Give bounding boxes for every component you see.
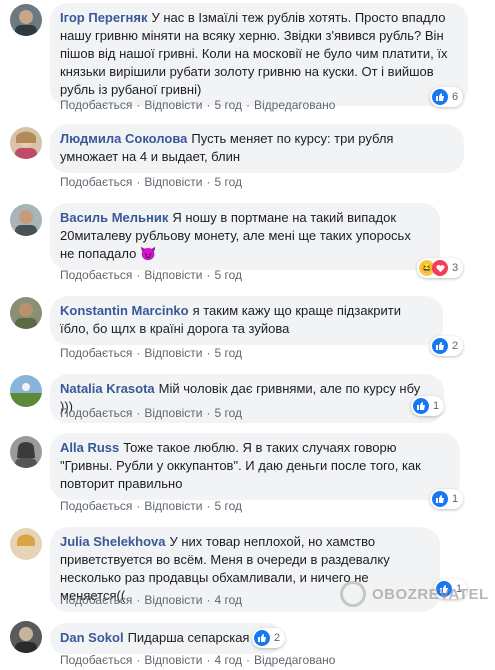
like-icon — [432, 89, 448, 105]
avatar[interactable] — [10, 127, 42, 159]
reply-link[interactable]: Відповісти — [144, 98, 202, 112]
like-icon — [254, 630, 270, 646]
comment-bubble: Alla Russ Тоже такое люблю. Я в таких слу… — [50, 433, 460, 500]
comment-bubble: Dan Sokol Пидарша сепарская — [50, 623, 282, 654]
avatar[interactable] — [10, 297, 42, 329]
reaction-count: 2 — [452, 340, 459, 352]
like-link[interactable]: Подобається — [60, 346, 132, 360]
comment-time[interactable]: 5 год — [214, 346, 242, 360]
comment-actions: Подобається · Відповісти · 5 год — [60, 406, 242, 420]
watermark-text: OBOZREVATEL — [372, 585, 489, 603]
edited-label[interactable]: Відредаговано — [254, 98, 335, 112]
like-link[interactable]: Подобається — [60, 499, 132, 513]
reply-link[interactable]: Відповісти — [144, 653, 202, 667]
heart-icon — [432, 260, 448, 276]
comment-time[interactable]: 5 год — [214, 268, 242, 282]
comment-actions: Подобається · Відповісти · 4 год · Відредагова… — [60, 653, 336, 667]
obozrevatel-logo-icon — [340, 581, 366, 607]
like-link[interactable]: Подобається — [60, 175, 132, 189]
comment-author[interactable]: Konstantin Marcinko — [60, 303, 189, 318]
comment-text: Пидарша сепарская — [127, 630, 250, 645]
reply-link[interactable]: Відповісти — [144, 175, 202, 189]
like-icon — [432, 491, 448, 507]
avatar[interactable] — [10, 375, 42, 407]
comment-time[interactable]: 5 год — [214, 98, 242, 112]
comment-time[interactable]: 4 год — [214, 593, 242, 607]
avatar[interactable] — [10, 528, 42, 560]
avatar[interactable] — [10, 436, 42, 468]
reaction-badge[interactable]: 2 — [430, 336, 464, 356]
comment-time[interactable]: 5 год — [214, 406, 242, 420]
like-link[interactable]: Подобається — [60, 98, 132, 112]
reaction-count: 1 — [433, 400, 440, 412]
comment-time[interactable]: 5 год — [214, 499, 242, 513]
comment-time[interactable]: 5 год — [214, 175, 242, 189]
reply-link[interactable]: Відповісти — [144, 593, 202, 607]
reply-link[interactable]: Відповісти — [144, 499, 202, 513]
comment-actions: Подобається · Відповісти · 5 год — [60, 346, 242, 360]
reply-link[interactable]: Відповісти — [144, 346, 202, 360]
comment-actions: Подобається · Відповісти · 5 год — [60, 175, 242, 189]
comment-author[interactable]: Natalia Krasota — [60, 381, 155, 396]
reaction-badge[interactable]: 1 — [430, 489, 464, 509]
reaction-badge[interactable]: 1 — [411, 396, 445, 416]
edited-label[interactable]: Відредаговано — [254, 653, 335, 667]
comment-bubble: Ігор Перегняк У нас в Ізмаїлі теж рублів … — [50, 3, 468, 106]
reaction-count: 2 — [274, 632, 281, 644]
comment-author[interactable]: Ігор Перегняк — [60, 10, 147, 25]
comment-bubble: Konstantin Marcinko я таким кажу що краще… — [50, 296, 443, 345]
comment-actions: Подобається · Відповісти · 5 год — [60, 499, 242, 513]
reply-link[interactable]: Відповісти — [144, 406, 202, 420]
comment-author[interactable]: Людмила Соколова — [60, 131, 187, 146]
reply-link[interactable]: Відповісти — [144, 268, 202, 282]
like-link[interactable]: Подобається — [60, 406, 132, 420]
comment-time[interactable]: 4 год — [214, 653, 242, 667]
reaction-count: 3 — [452, 262, 459, 274]
comment-author[interactable]: Василь Мельник — [60, 210, 168, 225]
reaction-count: 6 — [452, 91, 459, 103]
reaction-count: 1 — [452, 493, 459, 505]
like-icon — [432, 338, 448, 354]
like-link[interactable]: Подобається — [60, 268, 132, 282]
avatar[interactable] — [10, 204, 42, 236]
comment-author[interactable]: Dan Sokol — [60, 630, 124, 645]
like-icon — [413, 398, 429, 414]
comment-actions: Подобається · Відповісти · 4 год — [60, 593, 242, 607]
like-link[interactable]: Подобається — [60, 593, 132, 607]
comment-actions: Подобається · Відповісти · 5 год · Відредагова… — [60, 98, 336, 112]
avatar[interactable] — [10, 621, 42, 653]
like-link[interactable]: Подобається — [60, 653, 132, 667]
comment-bubble: Людмила Соколова Пусть меняет по курсу: т… — [50, 124, 464, 173]
avatar[interactable] — [10, 4, 42, 36]
reaction-badge[interactable]: 😆 3 — [417, 258, 464, 278]
reaction-badge[interactable]: 6 — [430, 87, 464, 107]
comment-bubble: Василь Мельник Я ношу в портмане на такий… — [50, 203, 440, 270]
reaction-badge[interactable]: 2 — [252, 628, 286, 648]
comment-author[interactable]: Julia Shelekhova — [60, 534, 166, 549]
comment-author[interactable]: Alla Russ — [60, 440, 119, 455]
comment-actions: Подобається · Відповісти · 5 год — [60, 268, 242, 282]
obozrevatel-watermark: OBOZREVATEL — [340, 581, 489, 607]
